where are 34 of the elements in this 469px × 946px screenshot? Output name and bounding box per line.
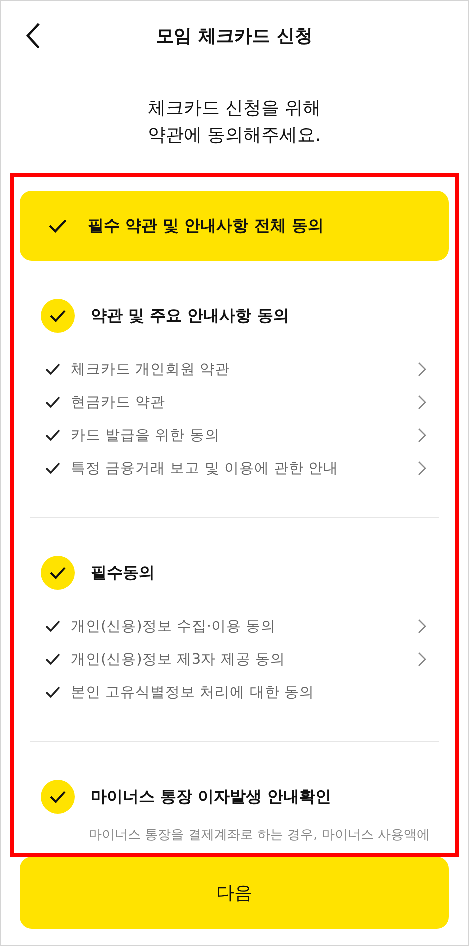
terms-item[interactable]: 개인(신용)정보 제3자 제공 동의 bbox=[71, 650, 418, 669]
terms-item[interactable]: 체크카드 개인회원 약관 bbox=[71, 360, 418, 379]
check-icon bbox=[48, 218, 68, 234]
intro-text: 체크카드 신청을 위해 bbox=[148, 97, 322, 121]
intro-text: 약관에 동의해주세요. bbox=[148, 124, 322, 148]
check-icon[interactable] bbox=[45, 429, 61, 442]
chevron-right-icon[interactable] bbox=[418, 461, 427, 476]
check-icon[interactable] bbox=[45, 396, 61, 409]
next-button[interactable]: 다음 bbox=[20, 857, 449, 929]
check-icon[interactable] bbox=[45, 363, 61, 376]
chevron-right-icon[interactable] bbox=[418, 428, 427, 443]
chevron-right-icon[interactable] bbox=[418, 652, 427, 667]
section-title: 마이너스 통장 이자발생 안내확인 bbox=[91, 786, 332, 808]
page-title: 모임 체크카드 신청 bbox=[156, 25, 313, 48]
terms-item[interactable]: 특정 금융거래 보고 및 이용에 관한 안내 bbox=[71, 459, 418, 478]
section-title: 필수동의 bbox=[91, 562, 155, 584]
check-icon[interactable] bbox=[45, 462, 61, 475]
check-icon[interactable] bbox=[45, 620, 61, 633]
chevron-right-icon[interactable] bbox=[418, 362, 427, 377]
terms-item[interactable]: 본인 고유식별정보 처리에 대한 동의 bbox=[71, 683, 439, 702]
chevron-right-icon[interactable] bbox=[418, 619, 427, 634]
notice-text: 마이너스 통장을 결제계좌로 하는 경우, 마이너스 사용액에 bbox=[89, 827, 431, 844]
terms-item[interactable]: 개인(신용)정보 수집·이용 동의 bbox=[71, 617, 418, 636]
check-icon[interactable] bbox=[45, 653, 61, 666]
terms-item[interactable]: 현금카드 약관 bbox=[71, 393, 418, 412]
chevron-right-icon[interactable] bbox=[418, 395, 427, 410]
checkbox[interactable] bbox=[41, 780, 75, 814]
checkbox[interactable] bbox=[41, 556, 75, 590]
check-icon[interactable] bbox=[45, 686, 61, 699]
checkbox[interactable] bbox=[41, 299, 75, 333]
back-icon[interactable] bbox=[25, 22, 41, 50]
section-title: 약관 및 주요 안내사항 동의 bbox=[91, 306, 290, 326]
agree-all-button[interactable]: 필수 약관 및 안내사항 전체 동의 bbox=[20, 191, 449, 261]
terms-item[interactable]: 카드 발급을 위한 동의 bbox=[71, 426, 418, 445]
